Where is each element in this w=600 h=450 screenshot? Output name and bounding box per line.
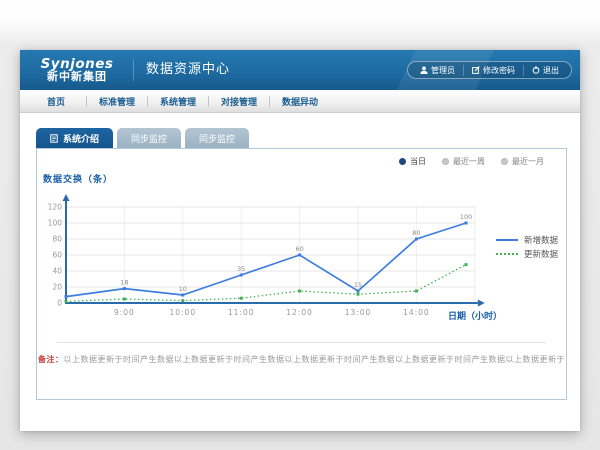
tab-sync-monitor-1[interactable]: 同步监控	[117, 128, 181, 148]
svg-text:80: 80	[52, 235, 62, 244]
nav-item-system-management[interactable]: 系统管理	[148, 95, 208, 108]
svg-text:100: 100	[48, 219, 63, 228]
svg-text:0: 0	[57, 299, 62, 308]
svg-text:18: 18	[120, 279, 128, 287]
svg-text:9:00: 9:00	[114, 308, 135, 317]
chart-panel: 当日 最近一周 最近一月 数据交换（条） 9:00 10:00 11:00 12:00…	[36, 148, 567, 400]
content-area: 系统介绍 同步监控 同步监控 当日 最近一周	[20, 113, 580, 431]
svg-text:14:00: 14:00	[403, 308, 430, 317]
svg-text:60: 60	[295, 245, 303, 253]
tab-label: 同步监控	[199, 132, 235, 145]
logout-icon	[532, 66, 540, 74]
logo-company-name: 新中新集团	[33, 71, 121, 83]
tab-bar: 系统介绍 同步监控 同步监控	[36, 128, 249, 148]
radio-last-month-label: 最近一月	[512, 156, 544, 167]
nav-item-data-change[interactable]: 数据异动	[270, 95, 330, 108]
user-menu-change-password[interactable]: 修改密码	[463, 65, 523, 76]
user-menu-change-password-label: 修改密码	[483, 65, 515, 76]
company-logo: Synjones 新中新集团	[33, 57, 121, 83]
radio-today[interactable]: 当日	[399, 156, 426, 167]
main-nav: 首页 标准管理 系统管理 对接管理 数据异动	[20, 90, 580, 113]
tab-label: 系统介绍	[63, 132, 99, 145]
page-title: 数据资源中心	[133, 59, 230, 81]
line-chart: 9:00 10:00 11:00 12:00 13:00 14:00 0 20 40 60 80 10…	[37, 189, 568, 329]
x-axis-title: 日期（小时）	[448, 309, 502, 322]
svg-text:13:00: 13:00	[345, 308, 372, 317]
svg-text:10:00: 10:00	[169, 308, 196, 317]
legend-item-updated-data: 更新数据	[496, 247, 558, 261]
nav-item-home[interactable]: 首页	[26, 95, 86, 108]
svg-text:12:00: 12:00	[286, 308, 313, 317]
desktop-background: Synjones 新中新集团 数据资源中心 管理员 修改密码	[0, 0, 600, 450]
y-axis-title: 数据交换（条）	[43, 172, 113, 185]
svg-text:10: 10	[179, 285, 187, 293]
radio-dot	[501, 158, 508, 165]
svg-text:15: 15	[354, 281, 362, 289]
legend-label: 新增数据	[524, 234, 558, 246]
radio-today-label: 当日	[410, 156, 426, 167]
nav-item-standard-management[interactable]: 标准管理	[87, 95, 147, 108]
nav-item-integration-management[interactable]: 对接管理	[209, 95, 269, 108]
radio-last-week[interactable]: 最近一周	[442, 156, 485, 167]
radio-dot-selected	[399, 158, 406, 165]
radio-dot	[442, 158, 449, 165]
document-icon	[50, 134, 58, 143]
svg-text:40: 40	[52, 267, 62, 276]
svg-text:35: 35	[237, 265, 245, 273]
svg-text:100: 100	[460, 213, 472, 221]
legend-label: 更新数据	[524, 248, 558, 260]
time-range-filter: 当日 最近一周 最近一月	[399, 156, 544, 167]
radio-last-month[interactable]: 最近一月	[501, 156, 544, 167]
svg-text:20: 20	[52, 283, 62, 292]
panel-divider	[57, 342, 546, 343]
radio-last-week-label: 最近一周	[453, 156, 485, 167]
svg-text:11:00: 11:00	[228, 308, 255, 317]
svg-text:80: 80	[412, 229, 420, 237]
app-header: Synjones 新中新集团 数据资源中心 管理员 修改密码	[20, 50, 580, 90]
tab-sync-monitor-2[interactable]: 同步监控	[185, 128, 249, 148]
svg-text:60: 60	[52, 251, 62, 260]
svg-text:120: 120	[48, 203, 63, 212]
app-window: Synjones 新中新集团 数据资源中心 管理员 修改密码	[20, 50, 580, 431]
footnote: 备注：以上数据更新于时间产生数据以上数据更新于时间产生数据以上数据更新于时间产生…	[37, 354, 566, 365]
tab-label: 同步监控	[131, 132, 167, 145]
user-menu-logout-label: 退出	[543, 65, 559, 76]
legend-line-solid	[496, 239, 518, 241]
user-menu: 管理员 修改密码 退出	[407, 61, 572, 79]
user-menu-logout[interactable]: 退出	[523, 65, 567, 76]
footnote-label: 备注：	[38, 355, 64, 364]
tab-system-introduction[interactable]: 系统介绍	[36, 128, 113, 148]
user-menu-admin[interactable]: 管理员	[412, 65, 463, 76]
user-icon	[420, 66, 428, 74]
legend-item-new-data: 新增数据	[496, 233, 558, 247]
user-menu-admin-label: 管理员	[431, 65, 455, 76]
chart-legend: 新增数据 更新数据	[496, 233, 558, 261]
footnote-text: 以上数据更新于时间产生数据以上数据更新于时间产生数据以上数据更新于时间产生数据以…	[64, 355, 566, 364]
legend-line-dotted	[496, 253, 518, 255]
edit-icon	[472, 66, 480, 74]
